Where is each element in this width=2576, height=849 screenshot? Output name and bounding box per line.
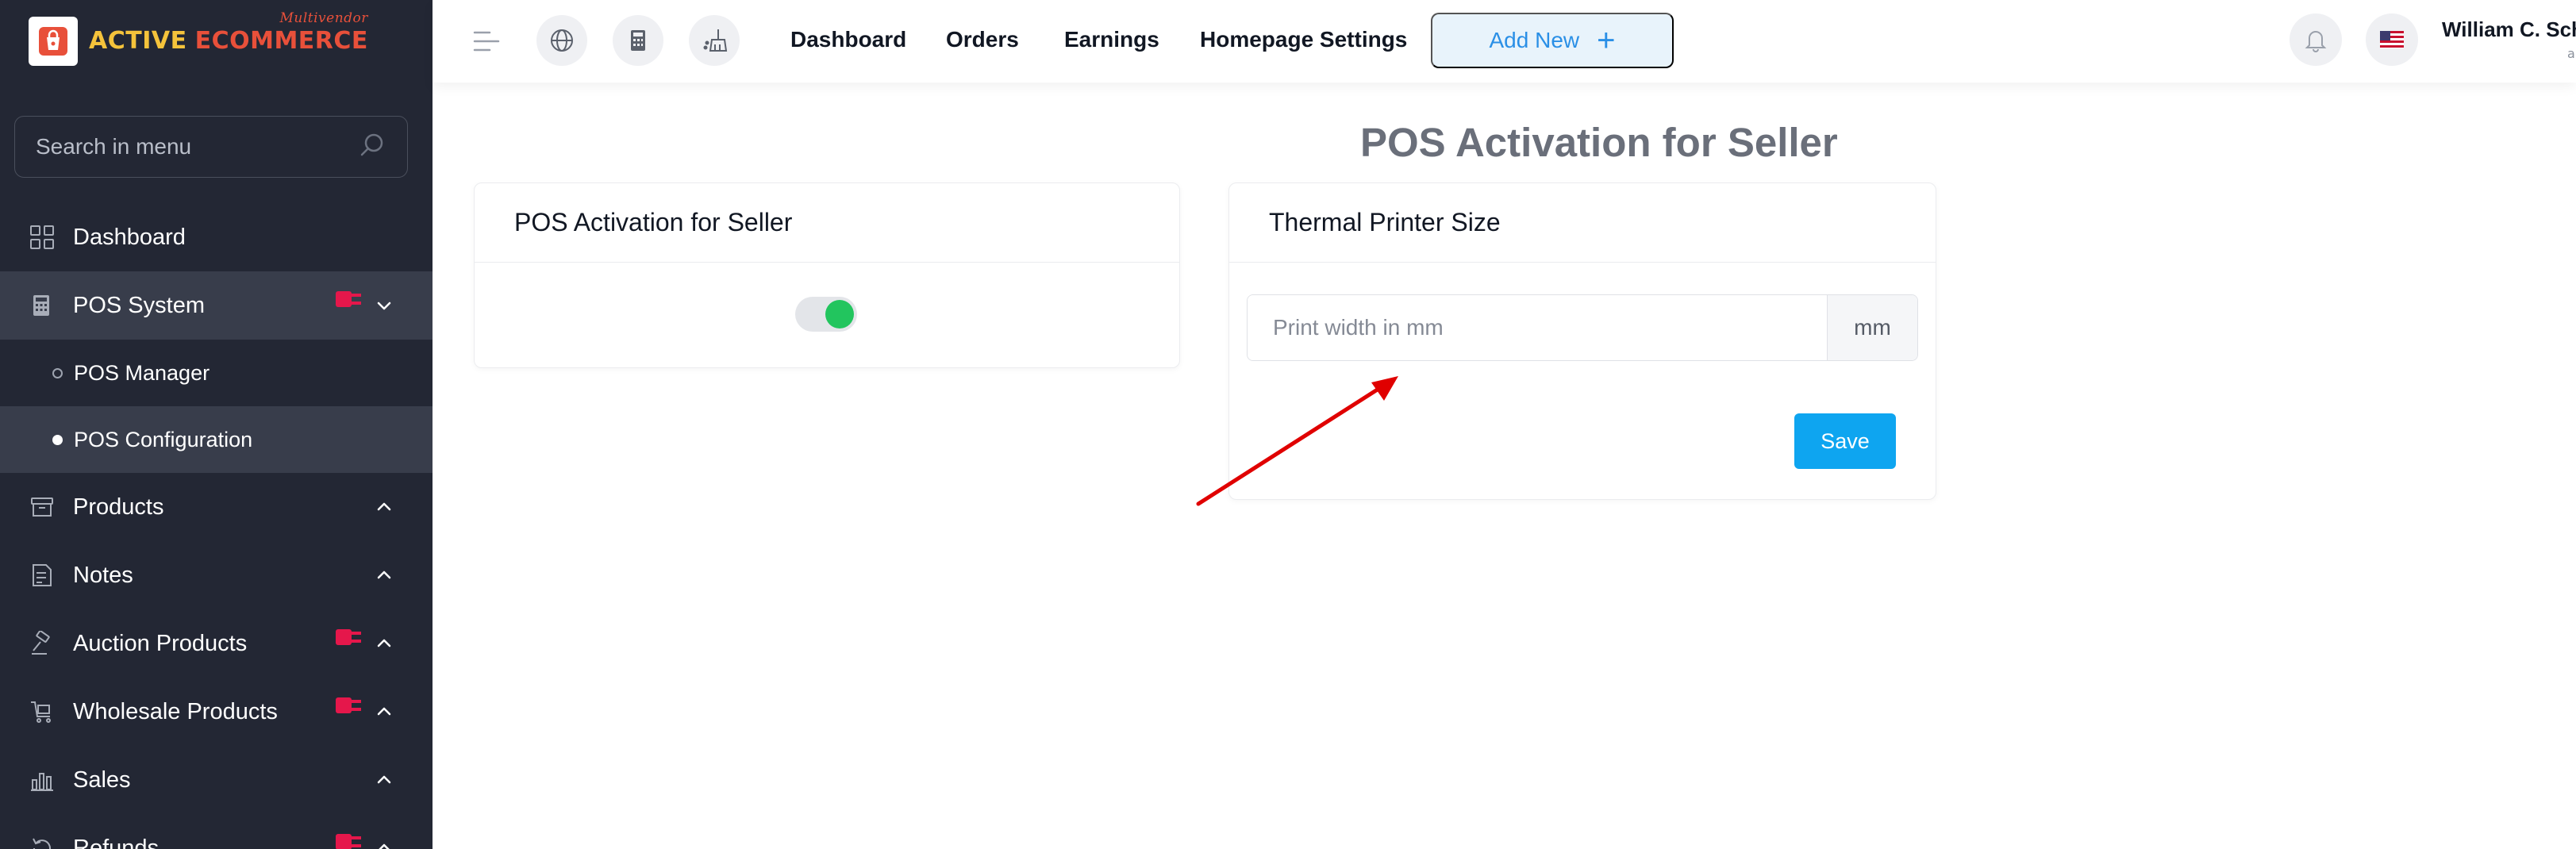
search-icon[interactable] (358, 131, 386, 163)
nav-orders[interactable]: Orders (946, 27, 1019, 52)
shopping-bag-icon (29, 17, 78, 66)
pos-calculator-icon[interactable] (613, 15, 663, 66)
menu-search (14, 116, 408, 178)
card-title: POS Activation for Seller (475, 183, 1179, 263)
chevron-up-icon[interactable] (374, 838, 394, 849)
sidebar-item-label: Dashboard (73, 224, 186, 250)
chevron-up-icon[interactable] (374, 497, 394, 517)
sidebar-item-label: Products (73, 494, 164, 520)
addon-plug-icon (336, 627, 363, 647)
sidebar-item-dashboard[interactable]: Dashboard (0, 203, 433, 271)
sidebar-item-label: Notes (73, 562, 133, 588)
save-button[interactable]: Save (1794, 413, 1896, 469)
unit-addon: mm (1827, 295, 1917, 360)
sidebar-item-label: Auction Products (73, 630, 248, 656)
card-title: Thermal Printer Size (1229, 183, 1936, 263)
plus-icon: + (1597, 23, 1616, 58)
brand-name: Multivendor ACTIVE ECOMMERCE (89, 12, 368, 55)
chevron-up-icon[interactable] (374, 633, 394, 654)
chevron-up-icon[interactable] (374, 770, 394, 790)
sidebar-item-label: Wholesale Products (73, 698, 278, 724)
calculator-icon (29, 292, 56, 319)
pos-activation-card: POS Activation for Seller (474, 182, 1180, 368)
sidebar-item-wholesale-products[interactable]: Wholesale Products (0, 678, 433, 746)
user-name[interactable]: William C. Schr (2442, 17, 2576, 42)
chevron-up-icon[interactable] (374, 565, 394, 586)
chevron-down-icon[interactable] (374, 295, 394, 316)
brand-tagline: Multivendor (279, 10, 368, 26)
bullet-icon (52, 367, 63, 378)
pos-activation-toggle[interactable] (795, 297, 857, 332)
sidebar-subitem-label: POS Configuration (74, 427, 253, 451)
addon-plug-icon (336, 289, 363, 309)
refund-icon (29, 835, 56, 849)
sidebar-item-products[interactable]: Products (0, 473, 433, 541)
us-flag-icon[interactable] (2366, 13, 2418, 66)
top-header: Dashboard Orders Earnings Homepage Setti… (433, 0, 2576, 83)
sidebar-item-label: Refunds (73, 835, 160, 849)
sidebar-item-label: POS System (73, 292, 205, 318)
gavel-icon (29, 630, 56, 657)
nav-earnings[interactable]: Earnings (1064, 27, 1159, 52)
add-new-label: Add New (1489, 28, 1580, 52)
bar-chart-icon (29, 766, 56, 793)
sidebar-subitem-pos-configuration[interactable]: POS Configuration (0, 406, 433, 473)
clear-cache-broom-icon[interactable] (689, 15, 740, 66)
hamburger-menu-icon[interactable] (472, 27, 501, 56)
cart-icon (29, 698, 56, 725)
sidebar-item-pos-system[interactable]: POS System (0, 271, 433, 340)
print-width-group: mm (1247, 294, 1918, 361)
addon-plug-icon (336, 695, 363, 716)
brand-word-active: ACTIVE (89, 27, 187, 55)
page-title: POS Activation for Seller (1360, 120, 1838, 165)
sidebar-item-label: Sales (73, 766, 131, 793)
annotation-arrow (1196, 376, 1398, 506)
sidebar-item-auction-products[interactable]: Auction Products (0, 609, 433, 678)
sidebar-menu: Dashboard POS System POS Manager POS Con… (0, 203, 433, 849)
nav-homepage-settings[interactable]: Homepage Settings (1200, 27, 1407, 52)
sidebar-subitem-pos-manager[interactable]: POS Manager (0, 340, 433, 406)
notification-bell-icon[interactable] (2290, 13, 2342, 66)
sidebar-item-notes[interactable]: Notes (0, 541, 433, 609)
add-new-button[interactable]: Add New + (1431, 13, 1674, 68)
bullet-icon (52, 434, 63, 445)
box-icon (29, 494, 56, 521)
sidebar-item-sales[interactable]: Sales (0, 746, 433, 814)
dashboard-grid-icon (29, 224, 56, 251)
globe-icon[interactable] (536, 15, 587, 66)
print-width-input[interactable] (1248, 295, 1827, 360)
sidebar: Multivendor ACTIVEECOMMERCE Dashboard PO… (0, 0, 433, 849)
nav-dashboard[interactable]: Dashboard (790, 27, 906, 52)
sidebar-item-refunds[interactable]: Refunds (0, 814, 433, 849)
brand-logo[interactable]: Multivendor ACTIVE ECOMMERCE (29, 12, 368, 67)
user-role: a (2567, 46, 2575, 61)
note-icon (29, 562, 56, 589)
chevron-up-icon[interactable] (374, 701, 394, 722)
sidebar-subitem-label: POS Manager (74, 360, 210, 385)
addon-plug-icon (336, 832, 363, 849)
toggle-knob (825, 300, 854, 328)
brand-word-ecommerce: ECOMMERCE (194, 27, 368, 55)
menu-search-input[interactable] (36, 134, 358, 159)
